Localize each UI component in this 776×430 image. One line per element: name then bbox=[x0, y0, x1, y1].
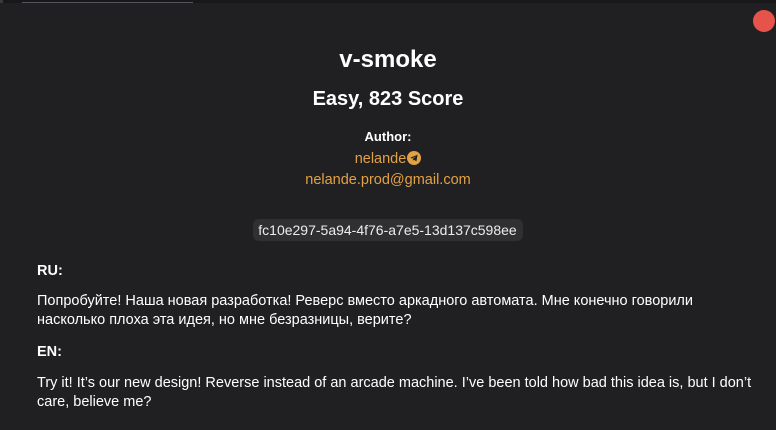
en-label: EN: bbox=[37, 344, 62, 360]
top-strip-tab-underline bbox=[22, 0, 193, 3]
author-name-row: nelande bbox=[0, 149, 776, 169]
task-id-wrapper: fc10e297-5a94-4f76-a7e5-13d137c598ee bbox=[0, 219, 776, 241]
top-strip-tick bbox=[0, 0, 3, 3]
challenge-title: v-smoke bbox=[339, 46, 437, 73]
ru-label: RU: bbox=[37, 263, 63, 279]
author-name-link[interactable]: nelande bbox=[355, 151, 407, 167]
challenge-subtitle: Easy, 823 Score bbox=[312, 88, 464, 110]
telegram-icon[interactable] bbox=[407, 151, 422, 165]
author-label: Author: bbox=[364, 129, 412, 144]
close-button[interactable] bbox=[753, 10, 775, 32]
task-id-chip[interactable]: fc10e297-5a94-4f76-a7e5-13d137c598ee bbox=[253, 219, 523, 241]
author-email-link[interactable]: nelande.prod@gmail.com bbox=[0, 170, 776, 190]
top-strip bbox=[0, 0, 776, 3]
en-description: Try it! It’s our new design! Reverse ins… bbox=[37, 375, 752, 410]
ru-description: Попробуйте! Наша новая разработка! Ревер… bbox=[37, 293, 693, 328]
